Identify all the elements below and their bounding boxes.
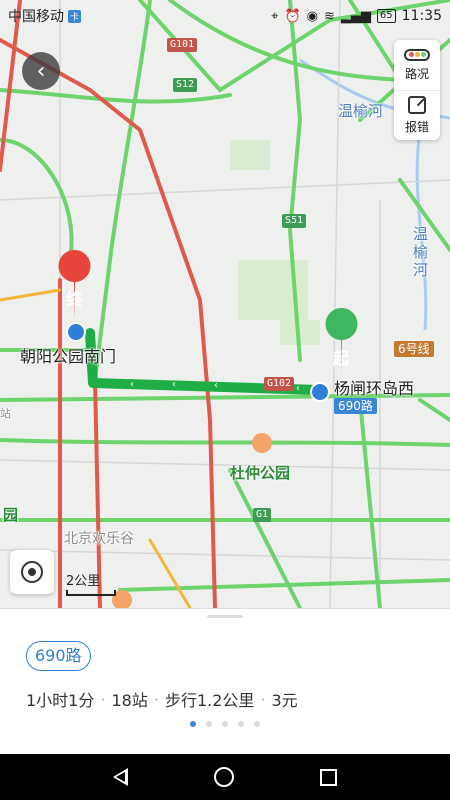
nav-home-icon[interactable] [214,767,234,787]
page-dot-3[interactable] [222,721,228,727]
alarm-icon: ⏰ [284,8,301,24]
scale-line [66,590,116,596]
chevron-left-icon: ‹ [36,58,46,84]
page-dot-4[interactable] [238,721,244,727]
status-right: ⌖ ⏰ ◉ ≋ ▂▄▆ 65 11:35 [271,8,442,24]
start-marker: 起 [333,349,350,368]
road-shield-s51: S51 [282,214,307,228]
report-button[interactable]: 报错 [394,90,440,140]
route-stops: 18站 [111,691,148,710]
route-price: 3元 [271,691,298,710]
scale-bar: 2公里 [66,570,116,596]
signal-icon: ▂▄▆ [340,8,371,24]
park-label: 杜仲公园 [230,464,291,482]
map-tools-panel: 路况 报错 [394,40,440,140]
metro-line-tag: 6号线 [394,341,434,357]
back-button[interactable]: ‹ [22,52,60,90]
status-bar: 中国移动 卡 ⌖ ⏰ ◉ ≋ ▂▄▆ 65 11:35 [0,0,450,32]
traffic-button[interactable]: 路况 [394,40,440,90]
poi-edge-left: 站 [0,407,11,420]
road-shield-g1: G1 [253,508,272,522]
crosshair-icon [21,561,43,583]
separator: · [100,689,106,709]
status-left: 中国移动 卡 [8,6,82,26]
locate-button[interactable] [10,550,54,594]
system-nav-bar [0,754,450,800]
road-shield-s12: S12 [173,78,198,92]
clock: 11:35 [401,8,442,24]
drag-handle[interactable] [207,615,243,618]
svg-text:‹: ‹ [130,379,134,390]
poi-park-edge: 园 [3,506,19,524]
nav-recents-icon[interactable] [320,768,337,786]
traffic-light-icon [404,48,430,61]
wifi-icon: ≋ [324,8,335,24]
route-name-badge: 690路 [26,641,91,671]
route-summary: 1小时1分 · 18站 · 步行1.2公里 · 3元 [26,687,298,711]
scale-label: 2公里 [66,574,101,589]
map-view[interactable]: ‹ ‹ ‹ ‹ 终 起 朝阳公园南门 杨闸环岛西 杜仲公园 温榆河 温榆河 北京… [0,0,450,608]
river-label-vertical: 温榆河 [413,225,429,279]
bus-line-tag: 690路 [334,398,377,414]
page-dot-5[interactable] [254,721,260,727]
origin-stop-label[interactable]: 杨闸环岛西 [334,375,414,399]
nav-back-icon[interactable] [113,768,128,786]
end-marker: 终 [66,290,83,310]
road-shield-g101: G101 [167,38,198,52]
page-dot-2[interactable] [206,721,212,727]
screen: ‹ ‹ ‹ ‹ 终 起 朝阳公园南门 杨闸环岛西 杜仲公园 温榆河 温榆河 北京… [0,0,450,800]
route-duration: 1小时1分 [26,691,95,710]
page-dot-1[interactable] [190,721,196,727]
battery-icon: 65 [376,9,396,23]
separator: · [260,689,266,709]
svg-text:‹: ‹ [172,379,176,390]
location-icon: ⌖ [271,8,279,24]
report-button-label: 报错 [404,120,429,134]
svg-text:‹: ‹ [296,383,300,394]
poi-happy-valley: 北京欢乐谷 [64,531,134,547]
carrier-badge: 卡 [68,9,82,23]
route-walk-distance: 步行1.2公里 [164,691,255,710]
route-card[interactable]: 690路 1小时1分 · 18站 · 步行1.2公里 · 3元 [0,608,450,754]
svg-text:‹: ‹ [214,380,218,391]
edit-icon [408,96,426,114]
road-shield-g102: G102 [264,377,295,391]
traffic-button-label: 路况 [404,66,429,81]
page-indicator [0,721,450,727]
separator: · [153,689,159,709]
eye-icon: ◉ [306,8,318,24]
carrier-name: 中国移动 [8,9,64,25]
destination-stop-label[interactable]: 朝阳公园南门 [20,343,116,367]
river-label-horizontal: 温榆河 [338,102,384,120]
